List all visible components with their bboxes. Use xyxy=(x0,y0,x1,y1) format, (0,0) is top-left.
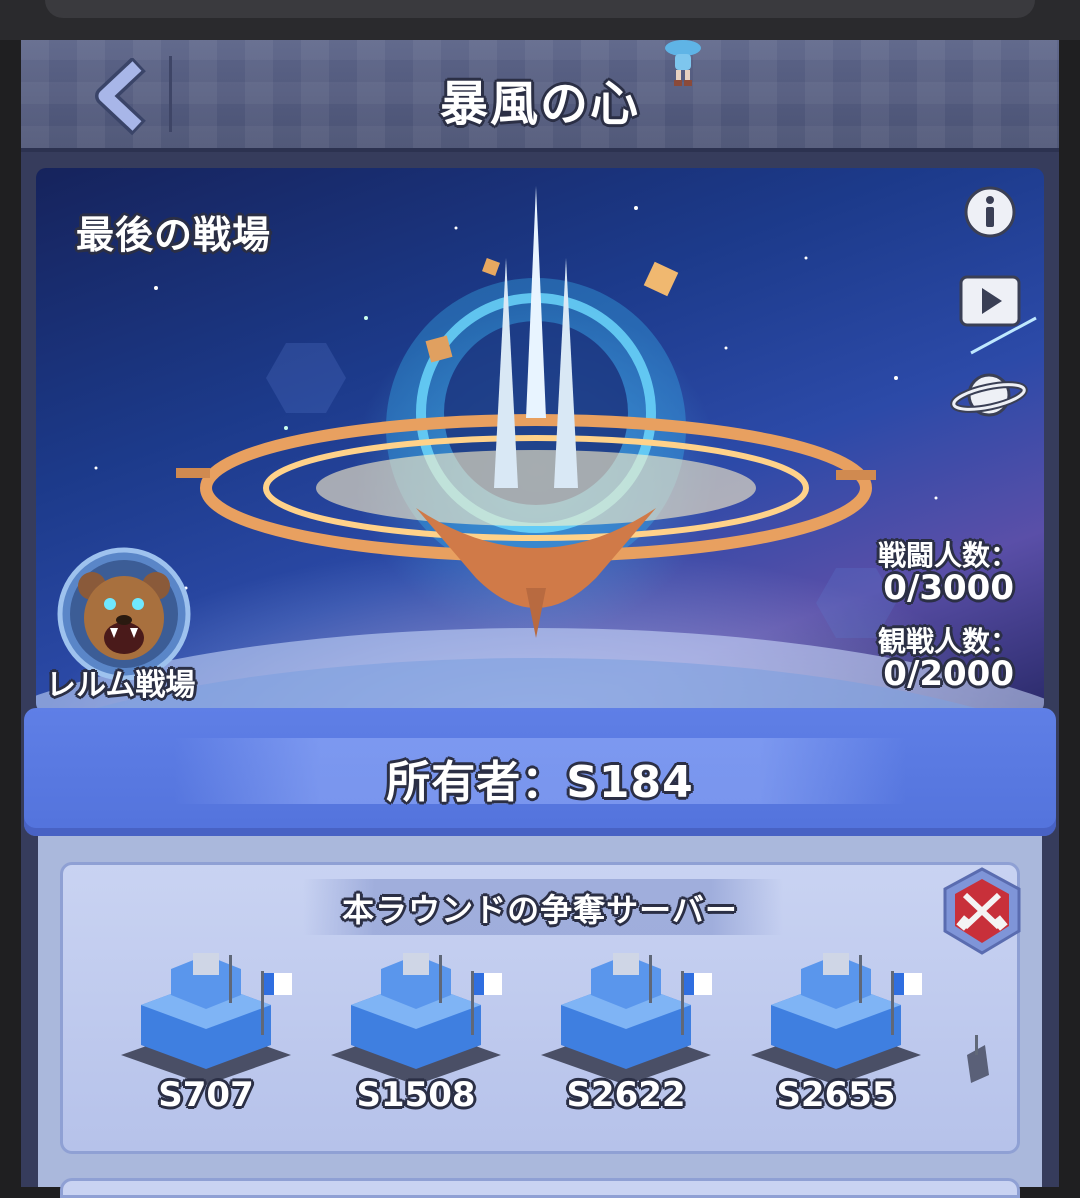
servers-title: 本ラウンドの争奪サーバー xyxy=(342,891,738,929)
server-building-icon xyxy=(751,953,922,1085)
planet-button[interactable] xyxy=(949,364,1029,426)
battlefield-title: 最後の戦場 xyxy=(76,213,272,257)
server-label: S707 xyxy=(158,1075,254,1115)
server-building-icon xyxy=(121,953,292,1085)
server-building-icon xyxy=(331,953,502,1085)
info-icon xyxy=(964,186,1016,238)
owner-text: 所有者：S184 xyxy=(386,757,694,808)
spectator-count-value: 0/2000 xyxy=(883,654,1014,694)
server-item[interactable]: S707 xyxy=(111,945,301,1125)
server-label: S2622 xyxy=(566,1075,686,1115)
crossed-guns-icon xyxy=(943,867,1021,955)
partial-server-icon xyxy=(967,1035,989,1083)
server-item[interactable]: S1508 xyxy=(321,945,511,1125)
page-title: 暴風の心 xyxy=(439,76,640,132)
planet-icon xyxy=(950,373,1028,417)
play-video-button[interactable] xyxy=(958,274,1022,330)
server-label: S2655 xyxy=(776,1075,896,1115)
status-pill xyxy=(45,0,1035,18)
info-button[interactable] xyxy=(964,186,1016,238)
play-icon xyxy=(959,275,1021,327)
mascot-character-icon xyxy=(665,40,701,86)
server-item[interactable]: S2622 xyxy=(531,945,721,1125)
server-building-icon xyxy=(541,953,712,1085)
battlefield-banner: 最後の戦場 戦闘人数： 0/3000 観戦人数： 0/2000 レルム戦場 xyxy=(36,168,1044,713)
war-badge-button[interactable] xyxy=(941,865,1023,957)
header-bar: 暴風の心 xyxy=(21,40,1059,152)
owner-bar: 所有者：S184 xyxy=(24,708,1056,836)
realm-battlefield-label: レルム戦場 xyxy=(46,668,196,703)
server-item[interactable]: S2655 xyxy=(741,945,931,1125)
next-card-edge xyxy=(60,1178,1020,1198)
server-label: S1508 xyxy=(356,1075,476,1115)
status-strip xyxy=(0,0,1080,40)
contested-servers-card: 本ラウンドの争奪サーバー S707 S1508 S2622 S2655 xyxy=(60,862,1023,1154)
battle-count-value: 0/3000 xyxy=(883,568,1014,608)
